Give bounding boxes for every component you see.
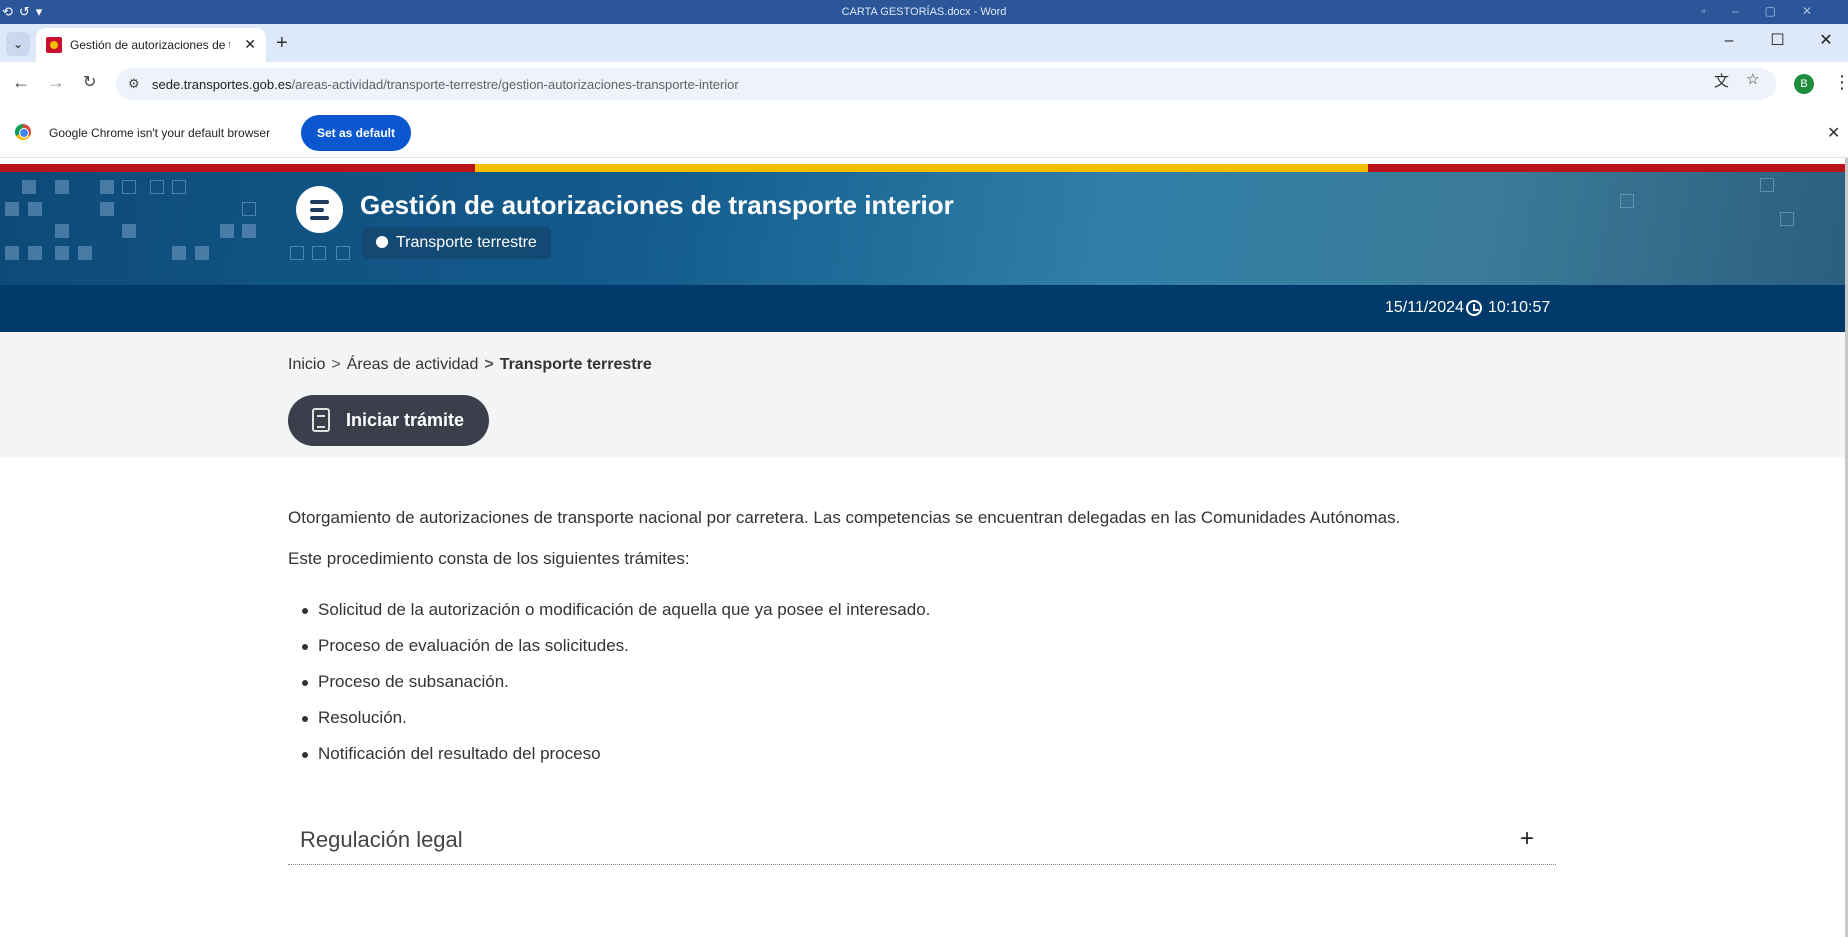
decor-square: [122, 224, 136, 238]
decor-square: [100, 202, 114, 216]
iniciar-tramite-button[interactable]: Iniciar trámite: [288, 395, 489, 446]
forward-arrow-icon[interactable]: →: [47, 72, 65, 93]
spanish-flag-stripe: [0, 164, 1845, 172]
decor-square: [122, 180, 136, 194]
decor-square: [1620, 194, 1634, 208]
default-browser-infobar: Google Chrome isn't your default browser…: [0, 106, 1848, 158]
page-header-banner: Gestión de autorizaciones de transporte …: [0, 172, 1845, 285]
address-bar[interactable]: ⚙ sede.transportes.gob.es/areas-activida…: [116, 68, 1776, 100]
breadcrumb-home[interactable]: Inicio: [288, 356, 325, 373]
list-item: Resolución.: [288, 700, 930, 736]
tab-strip: ⌄ Gestión de autorizaciones de tr ✕ + – …: [0, 24, 1848, 62]
current-date: 15/11/2024: [1385, 299, 1464, 316]
decor-square: [28, 246, 42, 260]
infobar-message: Google Chrome isn't your default browser: [49, 126, 271, 140]
translate-icon[interactable]: 文: [1714, 70, 1729, 91]
document-icon: [312, 408, 330, 432]
tab-active[interactable]: Gestión de autorizaciones de tr ✕: [36, 28, 266, 62]
breadcrumb-areas[interactable]: Áreas de actividad: [347, 356, 479, 373]
logo-bar: [310, 200, 329, 204]
breadcrumb-separator-icon: >: [331, 356, 341, 373]
category-tag[interactable]: Transporte terrestre: [362, 227, 551, 259]
decor-square: [55, 246, 69, 260]
browser-toolbar: ← → ↻ ⚙ sede.transportes.gob.es/areas-ac…: [0, 62, 1848, 106]
decor-square: [28, 202, 42, 216]
clock-icon: [1466, 300, 1482, 316]
set-as-default-button[interactable]: Set as default: [301, 115, 411, 151]
decor-square: [220, 224, 234, 238]
window-close-icon[interactable]: ✕: [1804, 30, 1848, 50]
breadcrumb-current: Transporte terrestre: [499, 356, 652, 373]
steps-list: Solicitud de la autorización o modificac…: [288, 592, 930, 772]
expand-plus-icon[interactable]: +: [1520, 825, 1534, 853]
list-item: Solicitud de la autorización o modificac…: [288, 592, 930, 628]
decor-square: [336, 246, 350, 260]
decor-square: [78, 246, 92, 260]
decor-square: [150, 180, 164, 194]
url-path: /areas-actividad/transporte-terrestre/ge…: [291, 77, 739, 92]
window-controls: – ☐ ✕: [1707, 30, 1848, 56]
breadcrumb-section: Inicio > Áreas de actividad > Transporte ter…: [0, 332, 1845, 457]
minimize-icon[interactable]: –: [1707, 32, 1751, 50]
url-text[interactable]: sede.transportes.gob.es/areas-actividad/…: [152, 77, 739, 92]
breadcrumb: Inicio > Áreas de actividad > Transporte ter…: [288, 356, 652, 374]
word-title-bar: ⟲↺▾ CARTA GESTORÍAS.docx - Word ▫–▢✕: [0, 0, 1848, 24]
profile-avatar[interactable]: B: [1794, 74, 1814, 94]
lead-paragraph: Este procedimiento consta de los siguien…: [288, 549, 690, 568]
logo-bar: [310, 216, 329, 220]
iniciar-tramite-label: Iniciar trámite: [346, 410, 465, 430]
url-host: sede.transportes.gob.es: [152, 77, 292, 92]
bookmark-star-icon[interactable]: ☆: [1746, 70, 1759, 88]
tab-close-icon[interactable]: ✕: [244, 36, 256, 53]
decor-square: [172, 180, 186, 194]
regulacion-legal-accordion[interactable]: Regulación legal +: [288, 819, 1556, 865]
reload-icon[interactable]: ↻: [83, 72, 96, 92]
site-logo-icon[interactable]: [296, 186, 343, 233]
decor-square: [242, 224, 256, 238]
current-time: 10:10:57: [1488, 299, 1551, 316]
word-window-controls: ▫–▢✕: [1701, 4, 1838, 18]
decor-square: [242, 202, 256, 216]
logo-bar: [310, 208, 324, 212]
breadcrumb-separator-icon: >: [484, 356, 494, 373]
accordion-title: Regulación legal: [300, 827, 463, 852]
chrome-logo-icon: [15, 124, 31, 140]
new-tab-plus-icon[interactable]: +: [276, 32, 288, 54]
site-settings-icon[interactable]: ⚙: [128, 76, 140, 92]
decor-square: [22, 180, 36, 194]
category-tag-label: Transporte terrestre: [396, 234, 537, 251]
decor-square: [312, 246, 326, 260]
decor-square: [5, 202, 19, 216]
list-item: Proceso de evaluación de las solicitudes…: [288, 628, 930, 664]
decor-square: [1760, 178, 1774, 192]
maximize-icon[interactable]: ☐: [1756, 30, 1800, 50]
tab-title: Gestión de autorizaciones de tr: [70, 38, 230, 52]
decor-square: [172, 246, 186, 260]
back-arrow-icon[interactable]: ←: [12, 72, 30, 93]
decor-square: [55, 224, 69, 238]
intro-paragraph: Otorgamiento de autorizaciones de transp…: [288, 508, 1401, 527]
list-item: Proceso de subsanación.: [288, 664, 930, 700]
web-page: Gestión de autorizaciones de transporte …: [0, 164, 1845, 937]
decor-square: [1780, 212, 1794, 226]
decor-square: [290, 246, 304, 260]
date-time-bar: 15/11/2024 10:10:57: [0, 285, 1845, 332]
decor-square: [195, 246, 209, 260]
infobar-close-icon[interactable]: ✕: [1827, 123, 1840, 143]
spain-flag-favicon-icon: [46, 37, 62, 53]
word-window-title: CARTA GESTORÍAS.docx - Word: [841, 6, 1007, 18]
decor-square: [55, 180, 69, 194]
decor-square: [5, 246, 19, 260]
page-title: Gestión de autorizaciones de transporte …: [360, 190, 954, 220]
decor-square: [100, 180, 114, 194]
menu-kebab-icon[interactable]: ⋮: [1833, 72, 1848, 93]
list-item: Notificación del resultado del proceso: [288, 736, 930, 772]
tag-dot-icon: [376, 236, 388, 248]
tab-search-chevron-icon[interactable]: ⌄: [6, 32, 30, 56]
